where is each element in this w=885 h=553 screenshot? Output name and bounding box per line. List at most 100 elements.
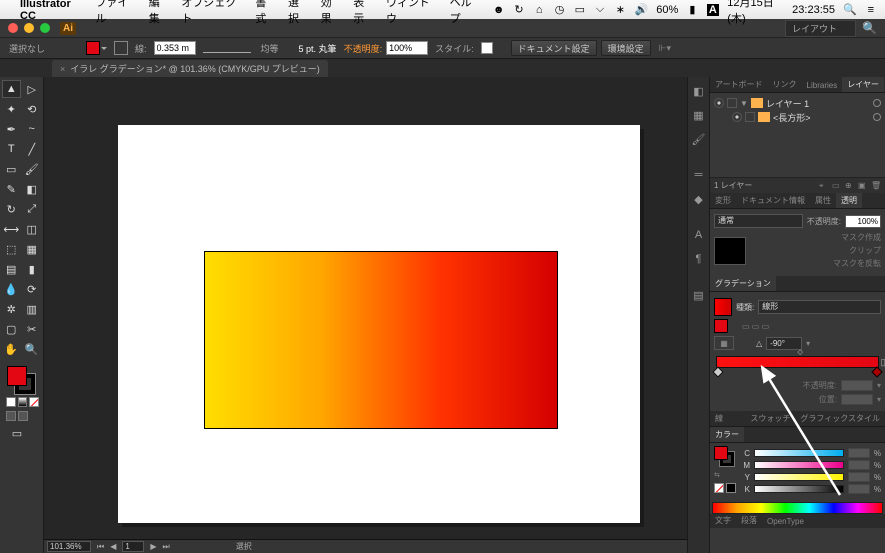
stroke-gradient-icons[interactable]: ▭ ▭ ▭ — [742, 322, 769, 331]
type-tool[interactable]: T — [2, 140, 21, 158]
width-tool[interactable]: ⟷ — [2, 220, 21, 238]
rectangle-object[interactable] — [204, 251, 558, 429]
curvature-tool[interactable]: ~ — [23, 120, 42, 138]
layer-row[interactable]: ▼ レイヤー 1 — [714, 96, 881, 110]
nav-prev-icon[interactable]: ◀ — [110, 542, 116, 551]
tab-artboards[interactable]: アートボード — [710, 77, 768, 92]
disclose-icon[interactable]: ▼ — [740, 99, 748, 108]
gradient-annotator-icon[interactable]: ◫ — [880, 357, 885, 368]
none-mode-icon[interactable] — [29, 397, 39, 407]
menu-edit[interactable]: 編集 — [149, 0, 170, 26]
y-value[interactable] — [848, 472, 870, 482]
c-slider[interactable] — [754, 449, 844, 457]
tab-links[interactable]: リンク — [768, 77, 802, 92]
m-value[interactable] — [848, 460, 870, 470]
k-value[interactable] — [848, 484, 870, 494]
lock-slot[interactable] — [727, 98, 737, 108]
graph-tool[interactable]: ▥ — [23, 300, 42, 318]
window-close-button[interactable] — [8, 23, 18, 33]
gradient-mode-icon[interactable] — [18, 397, 28, 407]
symbol-sprayer-tool[interactable]: ✲ — [2, 300, 21, 318]
tab-libraries[interactable]: Libraries — [802, 79, 843, 92]
magic-wand-tool[interactable]: ✦ — [2, 100, 21, 118]
tab-swatches[interactable]: スウォッチ — [745, 411, 795, 426]
layer-row[interactable]: <長方形> — [714, 110, 881, 124]
draw-behind-icon[interactable] — [18, 411, 28, 421]
menu-type[interactable]: 書式 — [255, 0, 276, 26]
visibility-icon[interactable] — [714, 98, 724, 108]
menu-effect[interactable]: 効果 — [321, 0, 342, 26]
stop-location-input[interactable] — [841, 394, 873, 405]
tab-graphic-styles[interactable]: グラフィックスタイル — [795, 411, 885, 426]
menu-window[interactable]: ウィンドウ — [386, 0, 438, 26]
rotate-tool[interactable]: ↻ — [2, 200, 21, 218]
m-slider[interactable] — [754, 461, 844, 469]
nav-first-icon[interactable]: ⏮ — [97, 542, 104, 552]
reverse-gradient-icon[interactable]: ▦ — [714, 336, 734, 350]
delete-layer-icon[interactable]: 🗑 — [871, 181, 881, 191]
visibility-icon[interactable] — [732, 112, 742, 122]
color-mode-icon[interactable] — [6, 397, 16, 407]
stroke-swatch[interactable] — [114, 41, 128, 55]
tab-opentype[interactable]: OpenType — [762, 515, 809, 528]
artboard-nav-input[interactable] — [122, 541, 144, 552]
stroke-style-picker[interactable] — [203, 43, 251, 53]
spotlight-icon[interactable]: 🔍 — [843, 3, 857, 16]
color-panel-icon[interactable]: ◧ — [689, 81, 709, 101]
doc-setup-button[interactable]: ドキュメント設定 — [511, 40, 597, 56]
invert-mask-checkbox[interactable]: マスクを反転 — [750, 258, 881, 269]
tab-layers[interactable]: レイヤー — [842, 77, 884, 92]
make-clip-icon[interactable]: ▭ — [832, 181, 842, 191]
fill-swatch[interactable] — [86, 41, 100, 55]
tab-transform[interactable]: 変形 — [710, 193, 736, 208]
paragraph-panel-icon[interactable]: ¶ — [689, 249, 709, 269]
draw-normal-icon[interactable] — [6, 411, 16, 421]
lock-slot[interactable] — [745, 112, 755, 122]
perspective-tool[interactable]: ▦ — [23, 240, 42, 258]
stroke-width-input[interactable] — [154, 41, 196, 55]
brush-picker[interactable]: 5 pt. 丸筆 — [296, 42, 340, 55]
artboard[interactable] — [118, 125, 640, 523]
tab-gradient[interactable]: グラデーション — [710, 276, 776, 291]
swatches-panel-icon[interactable]: ▦ — [689, 105, 709, 125]
gradient-preview[interactable] — [714, 298, 732, 316]
make-mask-button[interactable]: マスク作成 — [750, 232, 881, 243]
y-slider[interactable] — [754, 473, 844, 481]
selection-tool[interactable]: ▲ — [2, 80, 21, 98]
line-tool[interactable]: ╱ — [23, 140, 42, 158]
tab-docinfo[interactable]: ドキュメント情報 — [736, 193, 810, 208]
character-panel-icon[interactable]: A — [689, 225, 709, 245]
workspace-switcher[interactable]: レイアウト — [785, 20, 856, 37]
zoom-input[interactable] — [47, 541, 91, 552]
fill-color-indicator[interactable] — [7, 366, 27, 386]
layer-name[interactable]: <長方形> — [773, 111, 811, 124]
canvas[interactable]: ⏮ ◀ ▶ ⏭ 選択 — [44, 77, 687, 553]
symbols-panel-icon[interactable]: ◆ — [689, 189, 709, 209]
new-sublayer-icon[interactable]: ⊕ — [845, 181, 855, 191]
eraser-tool[interactable]: ◧ — [23, 180, 42, 198]
direct-selection-tool[interactable]: ▷ — [23, 80, 41, 98]
mesh-tool[interactable]: ▤ — [2, 260, 21, 278]
black-swatch[interactable] — [726, 483, 736, 493]
nav-next-icon[interactable]: ▶ — [150, 542, 156, 551]
gradient-fill-swatch[interactable] — [714, 319, 728, 333]
fill-color-indicator[interactable] — [714, 446, 728, 460]
fill-stroke-indicator[interactable]: ▭ — [1, 363, 42, 446]
prefs-button[interactable]: 環境設定 — [601, 40, 651, 56]
gradient-stop-start[interactable] — [712, 366, 723, 377]
clip-checkbox[interactable]: クリップ — [750, 245, 881, 256]
c-value[interactable] — [848, 448, 870, 458]
menu-file[interactable]: ファイル — [95, 0, 136, 26]
tab-stroke[interactable]: 線 — [710, 411, 728, 426]
menu-select[interactable]: 選択 — [288, 0, 309, 26]
opacity-input[interactable] — [386, 41, 428, 55]
close-tab-icon[interactable]: × — [60, 64, 65, 74]
blend-tool[interactable]: ⟳ — [23, 280, 42, 298]
notifications-icon[interactable]: ≡ — [865, 4, 877, 16]
nav-last-icon[interactable]: ⏭ — [163, 542, 170, 552]
shape-builder-tool[interactable]: ⬚ — [2, 240, 21, 258]
layer-name[interactable]: レイヤー 1 — [766, 97, 809, 110]
menu-view[interactable]: 表示 — [353, 0, 374, 26]
stop-opacity-input[interactable] — [841, 380, 873, 391]
free-transform-tool[interactable]: ◫ — [23, 220, 42, 238]
